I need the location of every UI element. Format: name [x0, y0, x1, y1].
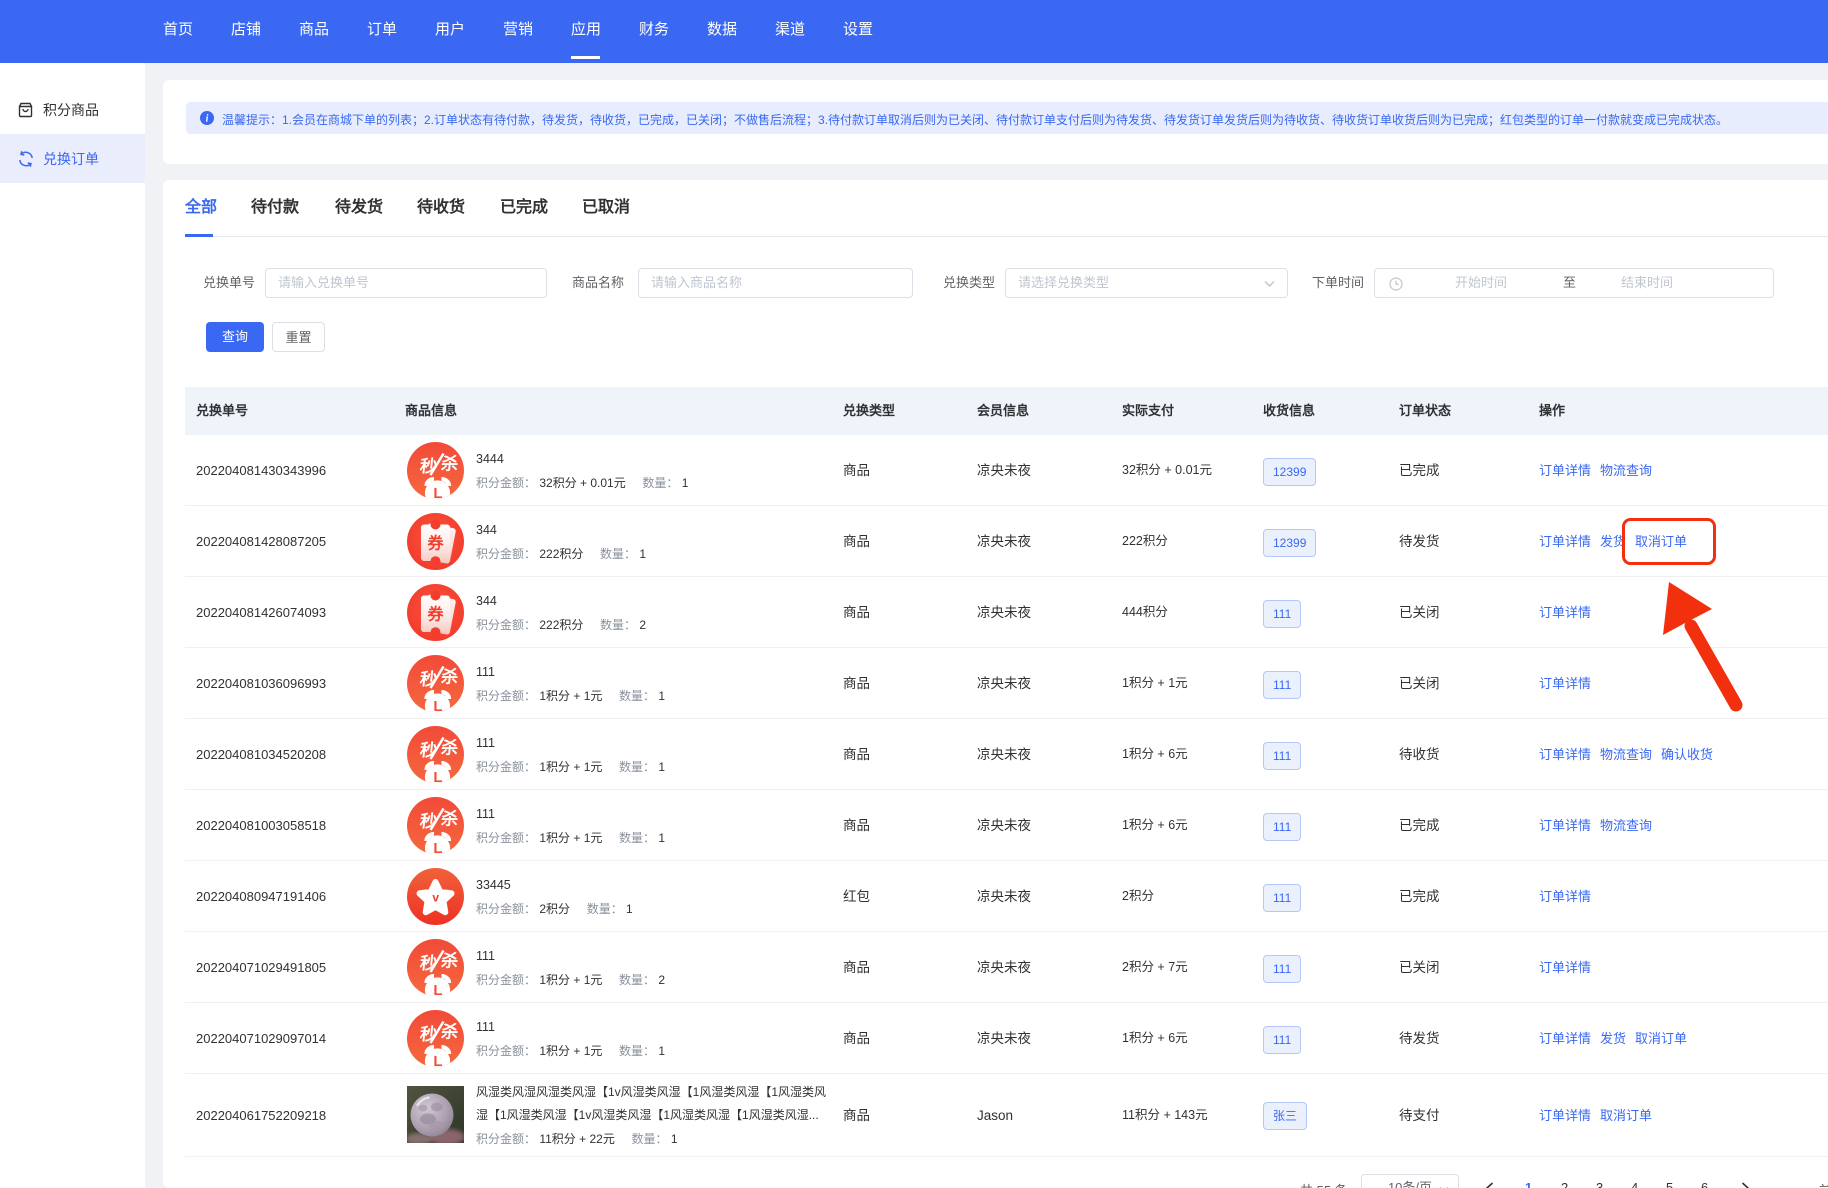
svg-text:L: L	[433, 840, 442, 854]
svg-text:v: v	[432, 891, 439, 905]
svg-text:L: L	[433, 698, 442, 712]
svg-text:L: L	[433, 769, 442, 783]
svg-text:券: 券	[426, 534, 444, 553]
svg-text:L: L	[433, 485, 442, 499]
svg-text:L: L	[433, 982, 442, 996]
svg-text:券: 券	[426, 605, 444, 624]
svg-text:i: i	[206, 114, 209, 125]
svg-text:L: L	[433, 1053, 442, 1067]
